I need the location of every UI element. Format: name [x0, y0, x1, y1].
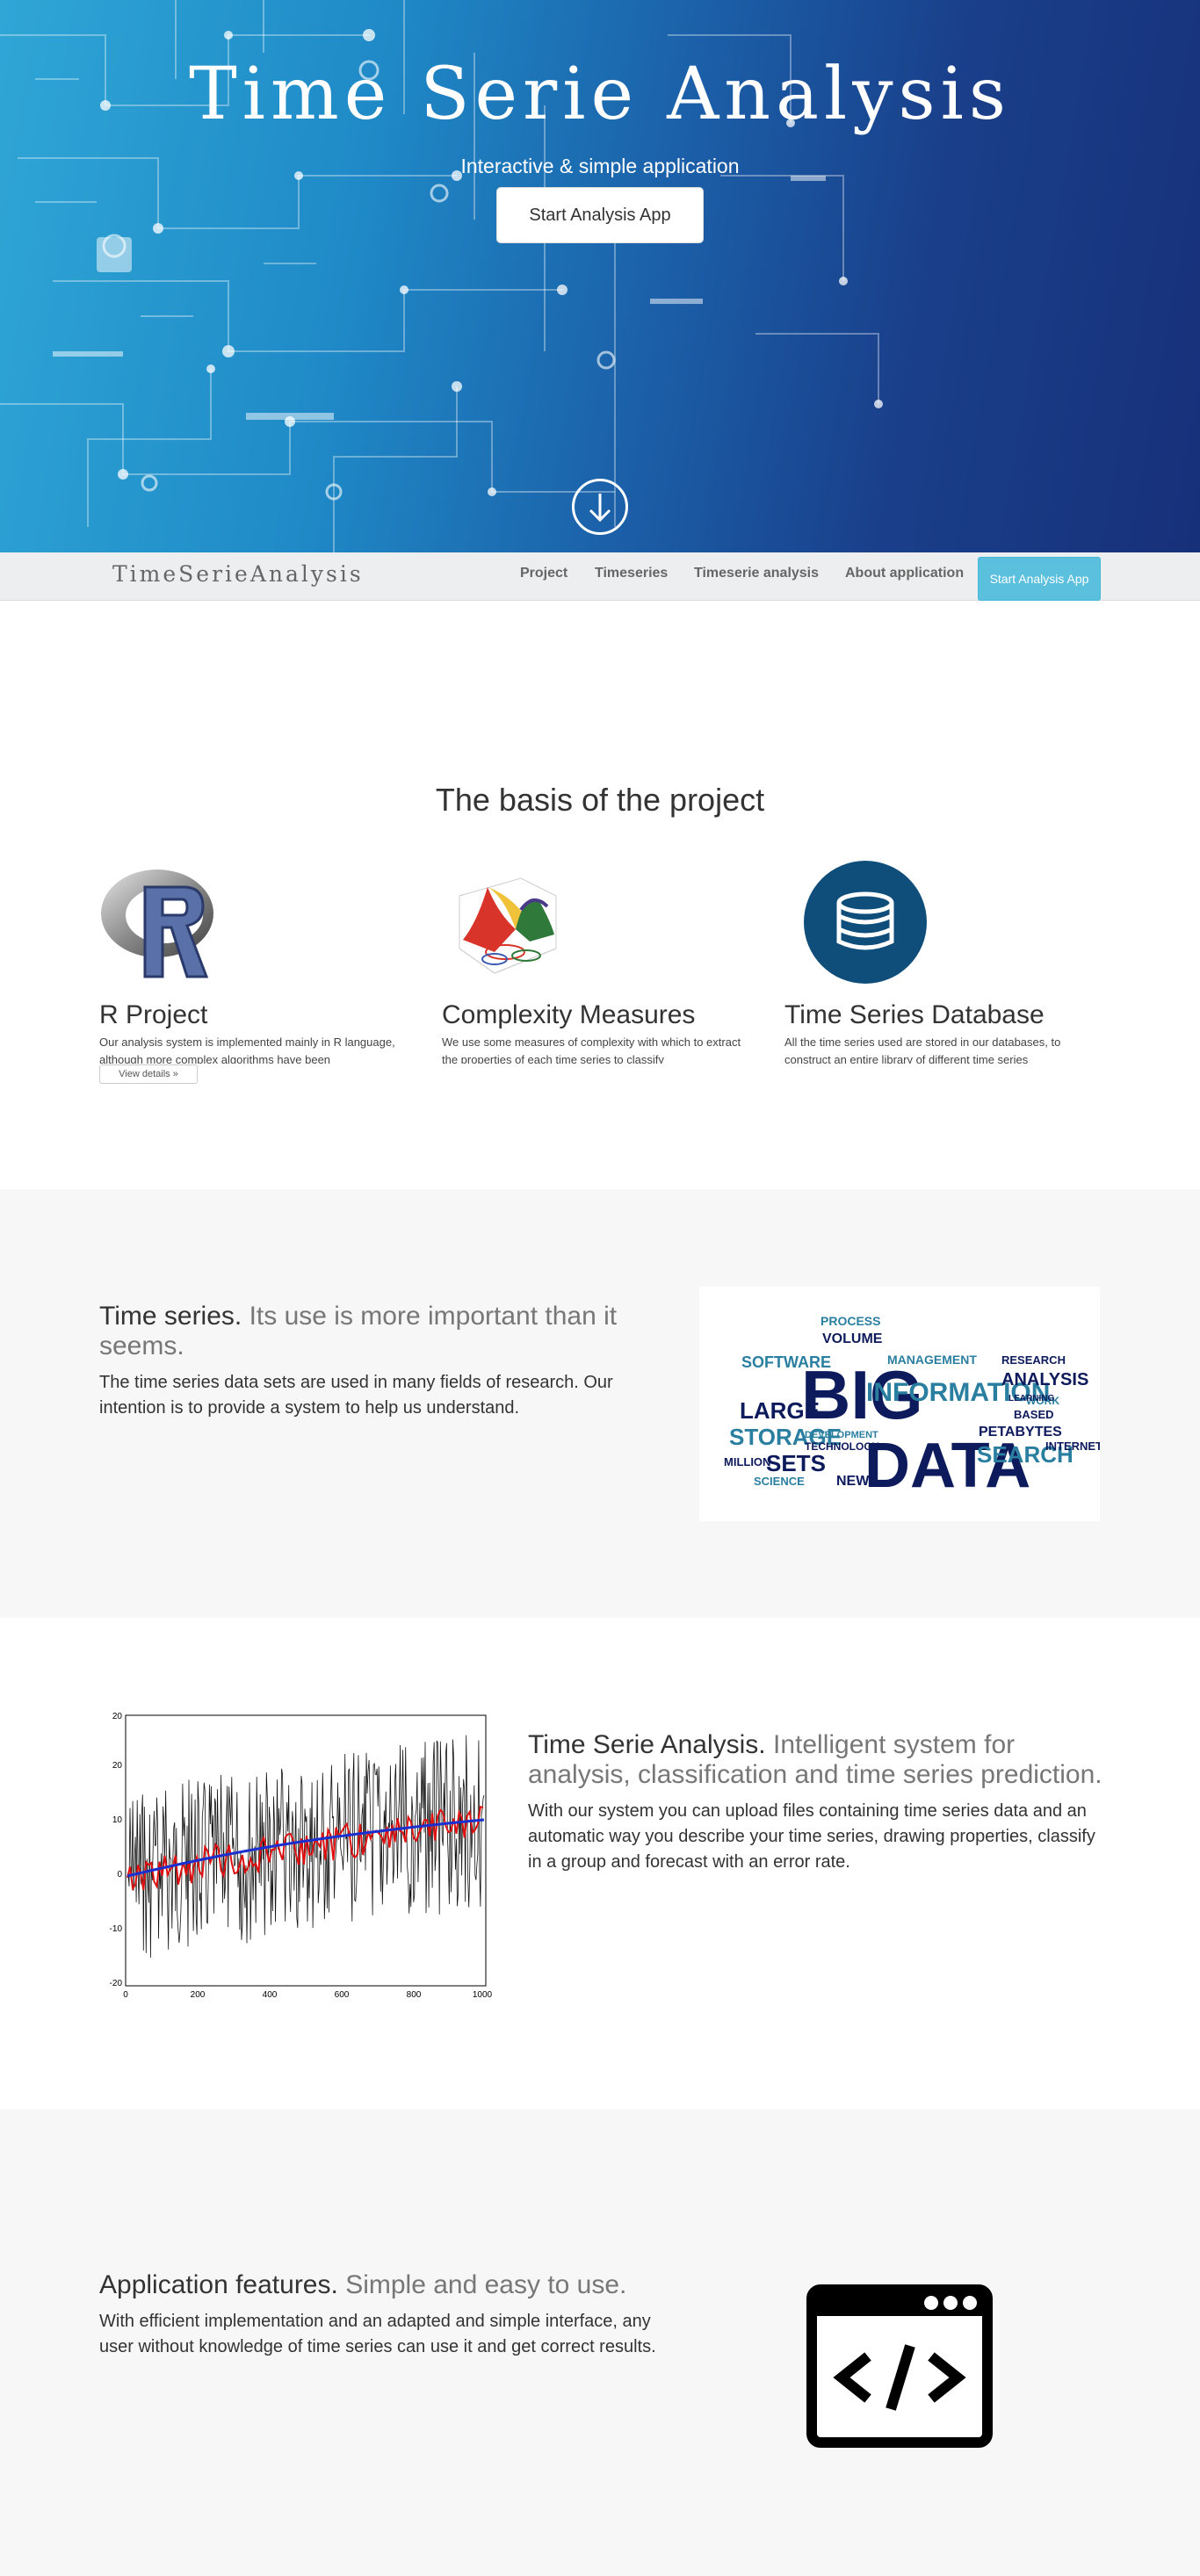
database-icon: [804, 861, 927, 984]
hero-title: Time Serie Analysis: [189, 53, 1011, 136]
x-tick-label: 600: [335, 1990, 350, 2000]
hero-start-button[interactable]: Start Analysis App: [496, 187, 704, 243]
arrow-down-icon: [589, 494, 611, 523]
plot-svg: 20 20 10 0 -10 -20 0 200 400 600 800 100…: [110, 1712, 493, 2000]
y-tick-label: -20: [110, 1979, 123, 1988]
surface-plot-icon: [459, 877, 557, 974]
nav-item-timeserie-analysis[interactable]: Timeserie analysis: [694, 566, 819, 581]
nav-item-about-application[interactable]: About application: [845, 566, 964, 581]
x-tick-label: 800: [407, 1990, 422, 2000]
word: SOFTWARE: [741, 1353, 831, 1371]
r-logo-icon: [101, 869, 213, 978]
feature-title: R Project: [99, 1000, 208, 1029]
features-heading: Application features. Simple and easy to…: [99, 2270, 670, 2300]
nav-item-project[interactable]: Project: [520, 566, 567, 581]
basis-title: The basis of the project: [435, 782, 765, 818]
word: MILLION: [724, 1455, 770, 1468]
hero-subtitle: Interactive & simple application: [460, 155, 740, 177]
x-tick-label: 0: [123, 1990, 128, 2000]
analysis-text: With our system you can upload files con…: [528, 1801, 1095, 1872]
heading-main: Time series.: [99, 1302, 242, 1331]
word: VOLUME: [822, 1331, 883, 1346]
word: INTERNET: [1045, 1440, 1100, 1453]
word: TECHNOLOGY: [805, 1440, 879, 1453]
navbar-start-button[interactable]: Start Analysis App: [978, 557, 1101, 601]
features-content: Application features. Simple and easy to…: [99, 2270, 670, 2360]
word: LARGE: [740, 1397, 820, 1424]
y-tick-label: 0: [117, 1870, 122, 1880]
timeseries-heading: Time series. Its use is more important t…: [99, 1302, 644, 1361]
heading-main: Time Serie Analysis.: [528, 1730, 766, 1759]
timeseries-text: The time series data sets are used in ma…: [99, 1373, 613, 1418]
x-tick-label: 1000: [473, 1990, 493, 2000]
word: RESEARCH: [1001, 1353, 1066, 1367]
y-tick-label: -10: [110, 1924, 123, 1934]
feature-text: All the time series used are stored in o…: [784, 1035, 1061, 1064]
nav-item-timeseries[interactable]: Timeseries: [595, 566, 668, 581]
y-tick-label: 20: [112, 1712, 123, 1721]
analysis-content: Time Serie Analysis. Intelligent system …: [528, 1730, 1108, 1875]
word: MANAGEMENT: [887, 1353, 977, 1367]
wordcloud-image: BIG DATA INFORMATION LARGE STORAGE SETS …: [715, 1309, 1102, 1502]
heading-muted: Simple and easy to use.: [345, 2270, 627, 2299]
scroll-down-button[interactable]: [572, 479, 628, 535]
analysis-heading: Time Serie Analysis. Intelligent system …: [528, 1730, 1108, 1790]
navbar: TimeSerieAnalysis Project Timeseries Tim…: [0, 552, 1200, 601]
heading-main: Application features.: [99, 2270, 338, 2299]
word: DEVELOPMENT: [805, 1430, 878, 1440]
navbar-brand[interactable]: TimeSerieAnalysis: [112, 561, 364, 587]
features-text: With efficient implementation and an ada…: [99, 2312, 656, 2356]
big-data-wordcloud: BIG DATA INFORMATION LARGE STORAGE SETS …: [699, 1287, 1102, 1521]
feature-title: Time Series Database: [784, 1000, 1045, 1029]
word: NEW: [836, 1474, 870, 1489]
feature-r-project: R Project Our analysis system is impleme…: [99, 861, 411, 1084]
word: SCIENCE: [754, 1475, 805, 1488]
word: PROCESS: [820, 1314, 880, 1328]
time-series-plot: 20 20 10 0 -10 -20 0 200 400 600 800 100…: [99, 1711, 503, 2010]
y-tick-label: 10: [112, 1815, 123, 1825]
word: LEARNING: [1008, 1394, 1054, 1403]
x-tick-label: 200: [191, 1990, 206, 2000]
code-window-icon: [806, 2284, 993, 2448]
feature-complexity-measures: Complexity Measures We use some measures…: [442, 861, 754, 1064]
feature-text: We use some measures of complexity with …: [442, 1035, 741, 1064]
timeseries-content: Time series. Its use is more important t…: [99, 1302, 644, 1421]
view-details-button[interactable]: View details »: [99, 1064, 198, 1084]
feature-title: Complexity Measures: [442, 1000, 696, 1029]
feature-time-series-database: Time Series Database All the time series…: [784, 861, 1096, 1064]
word: ANALYSIS: [1001, 1370, 1088, 1389]
word: PETABYTES: [979, 1425, 1062, 1440]
word: BASED: [1014, 1408, 1054, 1421]
word: SETS: [766, 1450, 826, 1476]
y-tick-label: 20: [112, 1761, 123, 1771]
hero-section: Time Serie Analysis Interactive & simple…: [0, 0, 1200, 552]
feature-text: Our analysis system is implemented mainl…: [99, 1035, 395, 1064]
x-tick-label: 400: [263, 1990, 278, 2000]
